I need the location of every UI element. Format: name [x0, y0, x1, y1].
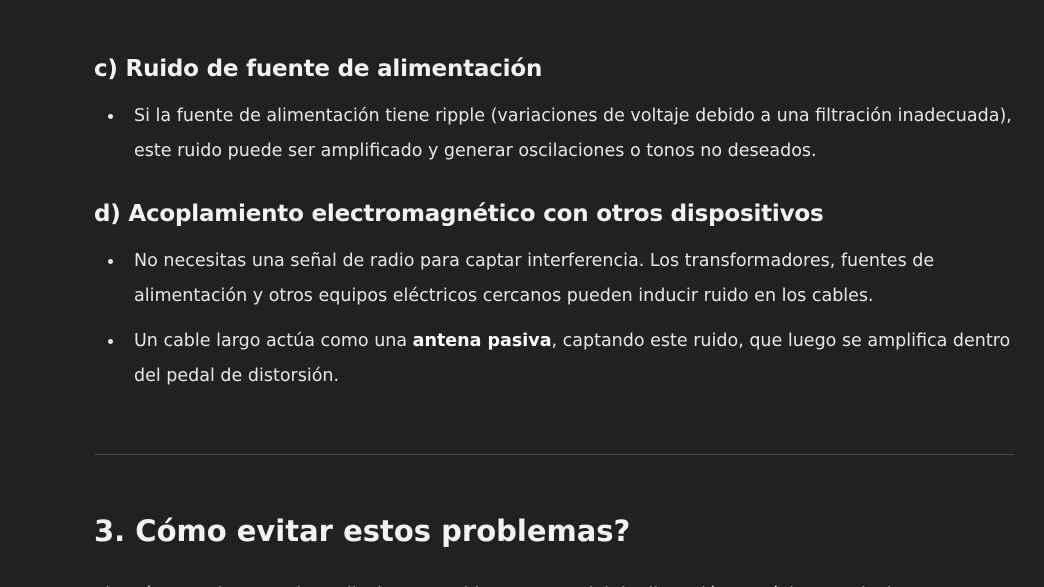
list-item-text-before: Un cable largo actúa como una [134, 331, 413, 351]
list-item: Un cable largo actúa como una antena pas… [94, 324, 1014, 394]
list-item-text: No necesitas una señal de radio para cap… [134, 251, 935, 306]
horizontal-divider [94, 454, 1014, 455]
section-c-list: Si la fuente de alimentación tiene rippl… [94, 99, 1014, 179]
section-3-heading: 3. Cómo evitar estos problemas? [94, 514, 631, 548]
list-item-text: Si la fuente de alimentación tiene rippl… [134, 106, 1012, 161]
bold-term: antena pasiva [412, 331, 552, 351]
list-item: No necesitas una señal de radio para cap… [94, 244, 1014, 314]
section-d-list: No necesitas una señal de radio para cap… [94, 244, 1014, 404]
chat-message-content: c) Ruido de fuente de alimentación Si la… [0, 0, 1044, 587]
section-3-intro-text: Si estás experimentando oscilaciones o r… [94, 578, 1014, 587]
list-item: Si la fuente de alimentación tiene rippl… [94, 99, 1014, 169]
section-c-heading: c) Ruido de fuente de alimentación [94, 56, 543, 82]
section-d-heading: d) Acoplamiento electromagnético con otr… [94, 201, 824, 227]
